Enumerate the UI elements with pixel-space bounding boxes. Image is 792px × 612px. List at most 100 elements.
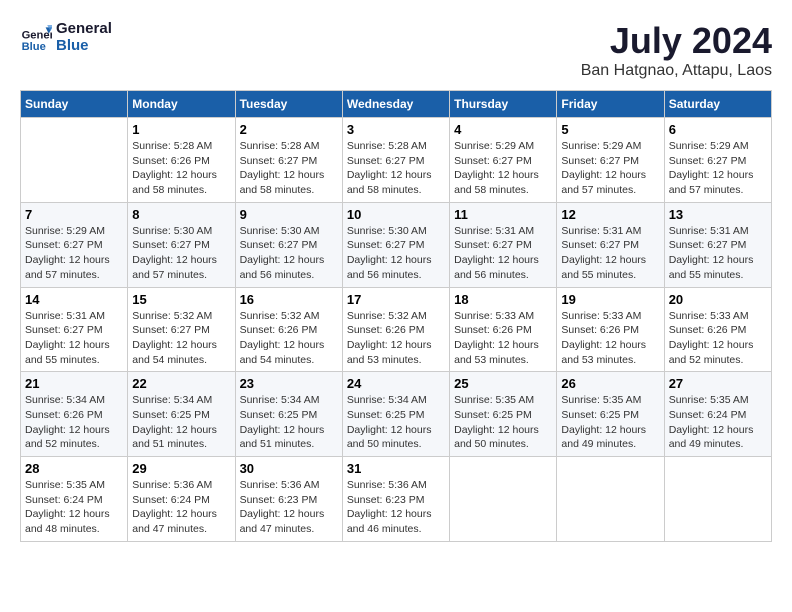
detail-line: Sunset: 6:27 PM — [132, 323, 230, 338]
day-number: 27 — [669, 376, 767, 391]
detail-line: Sunset: 6:27 PM — [25, 323, 123, 338]
detail-line: and 55 minutes. — [561, 268, 659, 283]
day-number: 1 — [132, 122, 230, 137]
detail-line: and 58 minutes. — [347, 183, 445, 198]
header-wednesday: Wednesday — [342, 91, 449, 118]
detail-line: Sunset: 6:26 PM — [669, 323, 767, 338]
cell-w1-d5: 4Sunrise: 5:29 AMSunset: 6:27 PMDaylight… — [450, 118, 557, 203]
detail-line: and 58 minutes. — [132, 183, 230, 198]
detail-line: Sunrise: 5:28 AM — [132, 139, 230, 154]
detail-line: Sunset: 6:27 PM — [454, 154, 552, 169]
header-sunday: Sunday — [21, 91, 128, 118]
detail-line: Daylight: 12 hours — [561, 423, 659, 438]
day-detail: Sunrise: 5:29 AMSunset: 6:27 PMDaylight:… — [669, 139, 767, 198]
day-detail: Sunrise: 5:36 AMSunset: 6:23 PMDaylight:… — [240, 478, 338, 537]
detail-line: Daylight: 12 hours — [669, 253, 767, 268]
detail-line: Sunrise: 5:31 AM — [25, 309, 123, 324]
detail-line: Sunrise: 5:29 AM — [669, 139, 767, 154]
day-number: 31 — [347, 461, 445, 476]
detail-line: Sunrise: 5:34 AM — [25, 393, 123, 408]
detail-line: Sunrise: 5:30 AM — [240, 224, 338, 239]
day-detail: Sunrise: 5:29 AMSunset: 6:27 PMDaylight:… — [454, 139, 552, 198]
week-row-4: 21Sunrise: 5:34 AMSunset: 6:26 PMDayligh… — [21, 372, 772, 457]
detail-line: Sunrise: 5:34 AM — [240, 393, 338, 408]
cell-w3-d4: 17Sunrise: 5:32 AMSunset: 6:26 PMDayligh… — [342, 287, 449, 372]
detail-line: Daylight: 12 hours — [132, 423, 230, 438]
cell-w3-d5: 18Sunrise: 5:33 AMSunset: 6:26 PMDayligh… — [450, 287, 557, 372]
detail-line: Sunrise: 5:29 AM — [561, 139, 659, 154]
day-number: 8 — [132, 207, 230, 222]
detail-line: Sunset: 6:23 PM — [240, 493, 338, 508]
cell-w3-d6: 19Sunrise: 5:33 AMSunset: 6:26 PMDayligh… — [557, 287, 664, 372]
day-detail: Sunrise: 5:28 AMSunset: 6:26 PMDaylight:… — [132, 139, 230, 198]
day-detail: Sunrise: 5:31 AMSunset: 6:27 PMDaylight:… — [561, 224, 659, 283]
detail-line: and 55 minutes. — [25, 353, 123, 368]
cell-w4-d7: 27Sunrise: 5:35 AMSunset: 6:24 PMDayligh… — [664, 372, 771, 457]
detail-line: Sunrise: 5:31 AM — [669, 224, 767, 239]
cell-w2-d4: 10Sunrise: 5:30 AMSunset: 6:27 PMDayligh… — [342, 202, 449, 287]
detail-line: Daylight: 12 hours — [561, 168, 659, 183]
cell-w2-d5: 11Sunrise: 5:31 AMSunset: 6:27 PMDayligh… — [450, 202, 557, 287]
detail-line: Daylight: 12 hours — [240, 338, 338, 353]
day-detail: Sunrise: 5:30 AMSunset: 6:27 PMDaylight:… — [132, 224, 230, 283]
cell-w4-d1: 21Sunrise: 5:34 AMSunset: 6:26 PMDayligh… — [21, 372, 128, 457]
cell-w4-d6: 26Sunrise: 5:35 AMSunset: 6:25 PMDayligh… — [557, 372, 664, 457]
detail-line: Sunset: 6:27 PM — [347, 238, 445, 253]
detail-line: and 57 minutes. — [132, 268, 230, 283]
day-number: 3 — [347, 122, 445, 137]
detail-line: Daylight: 12 hours — [454, 338, 552, 353]
logo-icon: General Blue — [20, 21, 52, 53]
detail-line: Sunset: 6:24 PM — [25, 493, 123, 508]
detail-line: Sunrise: 5:36 AM — [240, 478, 338, 493]
detail-line: Sunrise: 5:35 AM — [669, 393, 767, 408]
header-saturday: Saturday — [664, 91, 771, 118]
detail-line: Sunset: 6:23 PM — [347, 493, 445, 508]
day-detail: Sunrise: 5:31 AMSunset: 6:27 PMDaylight:… — [454, 224, 552, 283]
day-detail: Sunrise: 5:30 AMSunset: 6:27 PMDaylight:… — [240, 224, 338, 283]
detail-line: Daylight: 12 hours — [454, 423, 552, 438]
day-detail: Sunrise: 5:32 AMSunset: 6:26 PMDaylight:… — [240, 309, 338, 368]
day-number: 22 — [132, 376, 230, 391]
detail-line: Daylight: 12 hours — [25, 507, 123, 522]
cell-w5-d7 — [664, 457, 771, 542]
cell-w1-d6: 5Sunrise: 5:29 AMSunset: 6:27 PMDaylight… — [557, 118, 664, 203]
cell-w2-d3: 9Sunrise: 5:30 AMSunset: 6:27 PMDaylight… — [235, 202, 342, 287]
week-row-5: 28Sunrise: 5:35 AMSunset: 6:24 PMDayligh… — [21, 457, 772, 542]
cell-w2-d1: 7Sunrise: 5:29 AMSunset: 6:27 PMDaylight… — [21, 202, 128, 287]
detail-line: Sunrise: 5:30 AM — [347, 224, 445, 239]
day-detail: Sunrise: 5:34 AMSunset: 6:26 PMDaylight:… — [25, 393, 123, 452]
detail-line: Daylight: 12 hours — [347, 253, 445, 268]
day-number: 14 — [25, 292, 123, 307]
detail-line: Sunrise: 5:32 AM — [240, 309, 338, 324]
cell-w4-d5: 25Sunrise: 5:35 AMSunset: 6:25 PMDayligh… — [450, 372, 557, 457]
detail-line: Sunrise: 5:32 AM — [132, 309, 230, 324]
cell-w2-d6: 12Sunrise: 5:31 AMSunset: 6:27 PMDayligh… — [557, 202, 664, 287]
detail-line: Sunset: 6:25 PM — [132, 408, 230, 423]
day-detail: Sunrise: 5:35 AMSunset: 6:25 PMDaylight:… — [561, 393, 659, 452]
svg-text:Blue: Blue — [22, 41, 46, 53]
cell-w5-d5 — [450, 457, 557, 542]
detail-line: Sunset: 6:26 PM — [240, 323, 338, 338]
detail-line: Sunrise: 5:33 AM — [454, 309, 552, 324]
detail-line: Sunrise: 5:34 AM — [347, 393, 445, 408]
detail-line: and 56 minutes. — [347, 268, 445, 283]
cell-w5-d1: 28Sunrise: 5:35 AMSunset: 6:24 PMDayligh… — [21, 457, 128, 542]
detail-line: Sunrise: 5:28 AM — [347, 139, 445, 154]
detail-line: Daylight: 12 hours — [132, 338, 230, 353]
title-block: July 2024 Ban Hatgnao, Attapu, Laos — [581, 20, 772, 80]
detail-line: Daylight: 12 hours — [240, 253, 338, 268]
detail-line: and 55 minutes. — [669, 268, 767, 283]
logo: General Blue General Blue — [20, 20, 112, 54]
detail-line: Sunset: 6:25 PM — [561, 408, 659, 423]
cell-w5-d3: 30Sunrise: 5:36 AMSunset: 6:23 PMDayligh… — [235, 457, 342, 542]
day-number: 28 — [25, 461, 123, 476]
detail-line: Sunrise: 5:35 AM — [454, 393, 552, 408]
detail-line: and 47 minutes. — [240, 522, 338, 537]
detail-line: and 53 minutes. — [561, 353, 659, 368]
detail-line: Sunset: 6:27 PM — [561, 238, 659, 253]
detail-line: and 58 minutes. — [454, 183, 552, 198]
detail-line: Sunset: 6:26 PM — [454, 323, 552, 338]
detail-line: Sunset: 6:24 PM — [669, 408, 767, 423]
cell-w5-d4: 31Sunrise: 5:36 AMSunset: 6:23 PMDayligh… — [342, 457, 449, 542]
cell-w4-d4: 24Sunrise: 5:34 AMSunset: 6:25 PMDayligh… — [342, 372, 449, 457]
